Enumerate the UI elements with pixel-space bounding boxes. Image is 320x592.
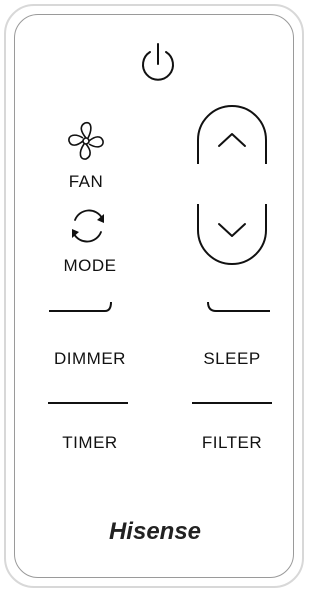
fan-button[interactable]: FAN <box>55 116 117 194</box>
timer-button[interactable]: TIMER <box>40 428 140 458</box>
up-button-outline <box>197 105 267 164</box>
sleep-button[interactable]: SLEEP <box>182 344 282 374</box>
mode-label: MODE <box>63 256 117 275</box>
filter-button[interactable]: FILTER <box>182 428 282 458</box>
filter-label: FILTER <box>201 433 263 452</box>
fan-icon <box>68 121 104 160</box>
right-divider-curve <box>207 301 270 312</box>
mode-button[interactable]: MODE <box>50 202 130 278</box>
remote-body <box>14 14 294 578</box>
up-button[interactable] <box>195 104 269 166</box>
power-icon <box>142 43 174 81</box>
down-button[interactable] <box>195 202 269 266</box>
dimmer-label: DIMMER <box>54 349 126 368</box>
filter-divider-line <box>192 402 272 404</box>
chevron-up-icon <box>218 133 246 147</box>
power-button[interactable] <box>136 40 180 86</box>
down-button-outline <box>197 204 267 265</box>
chevron-down-icon <box>218 223 246 237</box>
timer-label: TIMER <box>62 433 118 452</box>
timer-divider-line <box>48 402 128 404</box>
sleep-label: SLEEP <box>203 349 261 368</box>
fan-label: FAN <box>68 172 104 191</box>
mode-cycle-icon <box>72 209 104 243</box>
left-divider-curve <box>49 301 112 312</box>
dimmer-button[interactable]: DIMMER <box>40 344 140 374</box>
brand-logo: Hisense <box>108 518 202 545</box>
